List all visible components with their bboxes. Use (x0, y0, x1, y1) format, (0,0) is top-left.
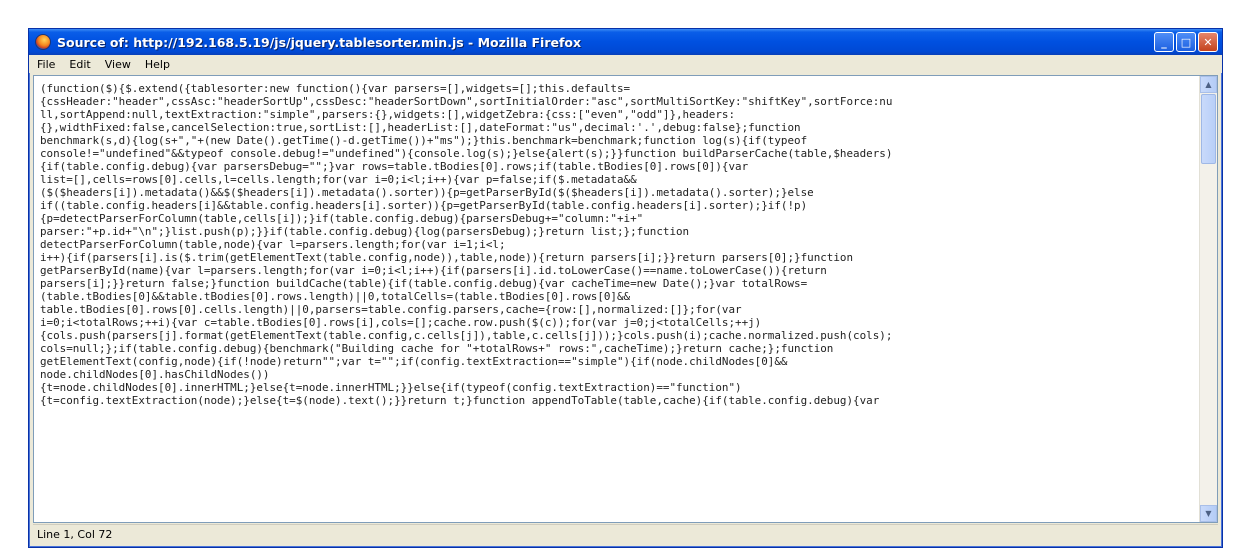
source-line: if((table.config.headers[i]&&table.confi… (40, 199, 808, 212)
close-icon: ✕ (1203, 35, 1213, 49)
source-view[interactable]: (function($){$.extend({tablesorter:new f… (33, 75, 1218, 523)
maximize-button[interactable]: □ (1176, 32, 1196, 52)
source-window: Source of: http://192.168.5.19/js/jquery… (28, 28, 1223, 548)
window-controls: _ □ ✕ (1154, 32, 1218, 52)
minimize-icon: _ (1161, 35, 1167, 49)
source-line: ll,sortAppend:null,textExtraction:"simpl… (40, 108, 736, 121)
menu-bar: File Edit View Help (29, 55, 1222, 73)
status-bar: Line 1, Col 72 (33, 524, 1218, 544)
source-line: parser:"+p.id+"\n";}list.push(p);}}if(ta… (40, 225, 690, 238)
window-title: Source of: http://192.168.5.19/js/jquery… (57, 34, 582, 50)
source-line: (function($){$.extend({tablesorter:new f… (40, 82, 631, 95)
source-line: {t=node.childNodes[0].innerHTML;}else{t=… (40, 381, 742, 394)
source-line: {cols.push(parsers[j].format(getElementT… (40, 329, 893, 342)
menu-help[interactable]: Help (145, 58, 170, 71)
source-line: getElementText(config,node){if(!node)ret… (40, 355, 788, 368)
source-line: {p=detectParserForColumn(table,cells[i])… (40, 212, 644, 225)
source-line: console!="undefined"&&typeof console.deb… (40, 147, 893, 160)
source-line: i=0;i<totalRows;++i){var c=table.tBodies… (40, 316, 762, 329)
menu-edit[interactable]: Edit (69, 58, 90, 71)
close-button[interactable]: ✕ (1198, 32, 1218, 52)
source-line: parsers[i];}}return false;}function buil… (40, 277, 808, 290)
source-line: benchmark(s,d){log(s+","+(new Date().get… (40, 134, 808, 147)
scroll-up-button[interactable]: ▲ (1200, 76, 1217, 93)
source-line: detectParserForColumn(table,node){var l=… (40, 238, 506, 251)
arrow-up-icon: ▲ (1205, 80, 1212, 89)
menu-file[interactable]: File (37, 58, 55, 71)
scroll-thumb[interactable] (1201, 94, 1216, 164)
menu-view[interactable]: View (105, 58, 131, 71)
source-line: {t=config.textExtraction(node);}else{t=$… (40, 394, 880, 407)
title-bar[interactable]: Source of: http://192.168.5.19/js/jquery… (29, 29, 1222, 55)
arrow-down-icon: ▼ (1205, 509, 1212, 518)
source-line: {if(table.config.debug){var parsersDebug… (40, 160, 749, 173)
maximize-icon: □ (1180, 35, 1192, 49)
source-line: cols=null;};if(table.config.debug){bench… (40, 342, 834, 355)
source-line: {cssHeader:"header",cssAsc:"headerSortUp… (40, 95, 893, 108)
source-line: (table.tBodies[0]&&table.tBodies[0].rows… (40, 290, 631, 303)
firefox-icon (35, 34, 51, 50)
vertical-scrollbar[interactable]: ▲ ▼ (1199, 76, 1217, 522)
source-line: list=[],cells=rows[0].cells,l=cells.leng… (40, 173, 637, 186)
source-code-text[interactable]: (function($){$.extend({tablesorter:new f… (34, 76, 1200, 522)
source-line: ($($headers[i]).metadata()&&$($headers[i… (40, 186, 814, 199)
source-line: {},widthFixed:false,cancelSelection:true… (40, 121, 801, 134)
minimize-button[interactable]: _ (1154, 32, 1174, 52)
source-line: table.tBodies[0].rows[0].cells.length)||… (40, 303, 742, 316)
source-line: getParserById(name){var l=parsers.length… (40, 264, 827, 277)
source-line: node.childNodes[0].hasChildNodes()) (40, 368, 270, 381)
cursor-position: Line 1, Col 72 (37, 528, 113, 541)
source-line: i++){if(parsers[i].is($.trim(getElementT… (40, 251, 854, 264)
scroll-down-button[interactable]: ▼ (1200, 505, 1217, 522)
